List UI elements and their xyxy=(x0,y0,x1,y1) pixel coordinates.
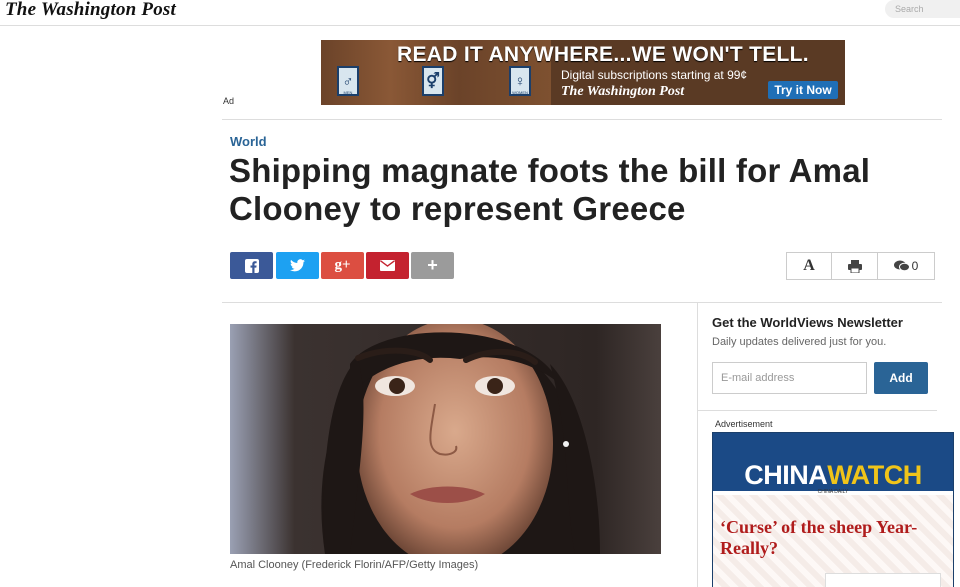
ad-label: Ad xyxy=(223,96,235,106)
email-share-button[interactable] xyxy=(366,252,409,279)
site-logo[interactable]: The Washington Post xyxy=(5,0,176,21)
women-door-icon: ♀ WOMEN xyxy=(509,66,531,96)
print-button[interactable] xyxy=(832,253,878,279)
divider xyxy=(222,302,942,303)
unisex-door-icon: ⚥ xyxy=(422,66,444,96)
column-divider xyxy=(697,302,698,587)
ad-cta-button[interactable]: Try it Now xyxy=(768,81,838,99)
googleplus-icon: g+ xyxy=(334,257,351,273)
twitter-share-button[interactable] xyxy=(276,252,319,279)
font-icon: A xyxy=(803,257,815,274)
advertisement-label: Advertisement xyxy=(715,419,773,429)
comments-button[interactable]: 0 xyxy=(878,253,934,279)
plus-icon: + xyxy=(427,255,438,275)
email-field[interactable] xyxy=(712,362,867,394)
newsletter-title: Get the WorldViews Newsletter xyxy=(712,315,903,330)
ad-story-headline: ‘Curse’ of the sheep Year- Really? xyxy=(720,517,918,558)
facebook-icon xyxy=(244,258,259,273)
ad-brand: The Washington Post xyxy=(561,84,685,99)
search-input[interactable] xyxy=(885,0,960,18)
side-advertisement[interactable]: CHINAWATCH CHINA DAILY ‘Curse’ of the sh… xyxy=(712,432,954,587)
photo-caption: Amal Clooney (Frederick Florin/AFP/Getty… xyxy=(230,559,479,571)
facebook-share-button[interactable] xyxy=(230,252,273,279)
more-share-button[interactable]: + xyxy=(411,252,454,279)
email-icon xyxy=(380,260,395,271)
add-newsletter-button[interactable]: Add xyxy=(874,362,928,394)
comments-count: 0 xyxy=(911,259,919,273)
font-size-button[interactable]: A xyxy=(787,253,832,279)
ad-headline: READ IT ANYWHERE...WE WON'T TELL. xyxy=(397,43,809,66)
article-tools: A 0 xyxy=(786,252,935,280)
comments-icon xyxy=(893,260,910,272)
section-link[interactable]: World xyxy=(230,134,267,149)
ad-subline: Digital subscriptions starting at 99¢ xyxy=(561,68,748,82)
googleplus-share-button[interactable]: g+ xyxy=(321,252,364,279)
twitter-icon xyxy=(290,259,305,272)
ad-thumbnail xyxy=(825,573,941,587)
article-photo[interactable] xyxy=(230,324,661,554)
men-door-icon: ♂ MEN xyxy=(337,66,359,96)
portrait-image xyxy=(230,324,661,554)
newsletter-subtitle: Daily updates delivered just for you. xyxy=(712,336,887,348)
divider xyxy=(697,410,937,411)
top-bar: The Washington Post xyxy=(0,0,960,26)
divider xyxy=(222,119,942,120)
print-icon xyxy=(847,259,862,273)
article-title: Shipping magnate foots the bill for Amal… xyxy=(229,152,871,227)
banner-ad[interactable]: ♂ MEN ⚥ ♀ WOMEN READ IT ANYWHERE...WE WON'… xyxy=(321,40,845,105)
chinawatch-logo: CHINAWATCH xyxy=(744,460,922,490)
